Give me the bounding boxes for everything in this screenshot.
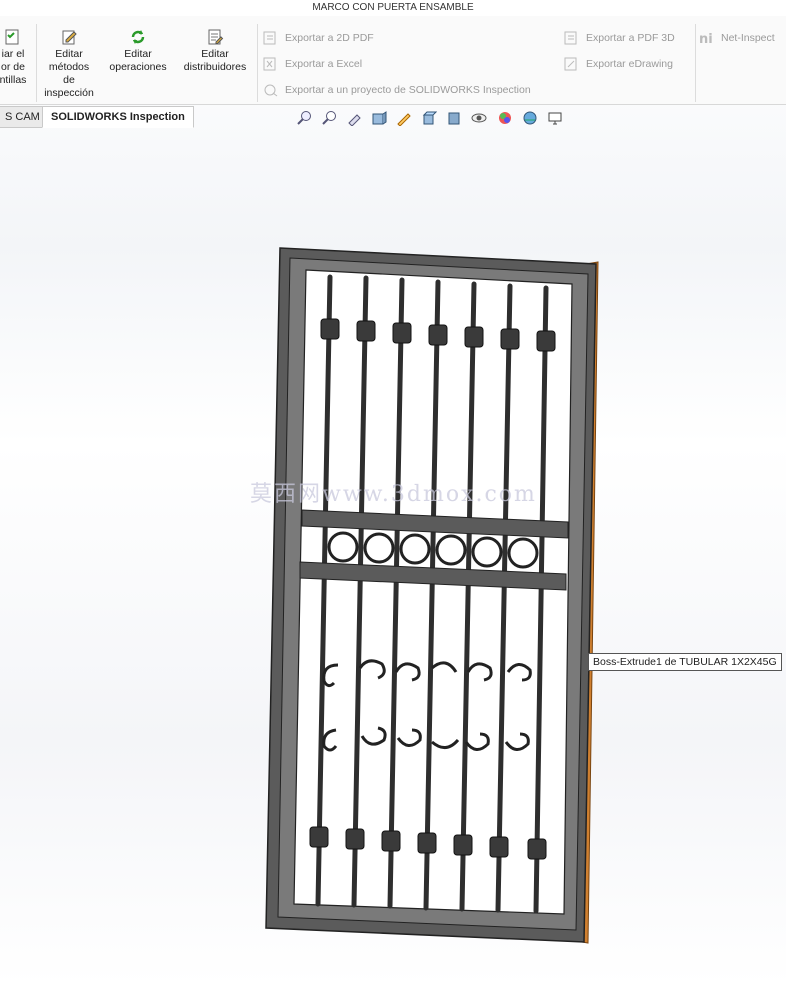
edit-operations-label-2: operaciones [109, 61, 167, 73]
checklist-icon [5, 29, 19, 45]
template-editor-button[interactable]: iar el or de ntillas [0, 28, 30, 87]
display-style-icon[interactable] [446, 110, 462, 126]
edit-operations-label-1: Editar [124, 48, 152, 60]
door-frame-bevel [277, 257, 589, 931]
pencil-sheet-icon [62, 30, 77, 45]
edit-distributors-label-1: Editar [201, 48, 229, 60]
watermark-text: 莫西网www.3dmox.com [250, 482, 537, 507]
tab-solidworks-inspection[interactable]: SOLIDWORKS Inspection [42, 106, 194, 128]
template-editor-label-1: iar el [1, 48, 25, 60]
edrawing-export-icon [564, 57, 580, 71]
edit-distributors-label-2: distribuidores [183, 61, 247, 73]
edit-methods-label-4: inspección [44, 87, 94, 99]
export-2d-pdf-button[interactable]: Exportar a 2D PDF [263, 30, 374, 46]
zoom-to-fit-icon[interactable] [296, 110, 312, 126]
excel-export-icon [263, 57, 279, 71]
door-opening [293, 269, 573, 915]
net-inspect-label: Net-Inspect [721, 32, 775, 44]
decorative-rings [327, 531, 539, 569]
template-editor-label-2: or de [1, 61, 25, 73]
edit-methods-label-3: de [63, 74, 75, 86]
export-project-label: Exportar a un proyecto de SOLIDWORKS Ins… [285, 84, 531, 96]
door-bar-collars-bottom [309, 826, 547, 860]
feature-tooltip: Boss-Extrude1 de TUBULAR 1X2X45G [588, 653, 782, 671]
edit-appearance-icon[interactable] [497, 110, 513, 126]
edit-operations-button[interactable]: Editar operaciones [104, 28, 172, 74]
window-title: MARCO CON PUERTA ENSAMBLE [0, 0, 786, 16]
previous-view-icon[interactable] [346, 110, 362, 127]
section-view-icon[interactable] [371, 110, 387, 126]
apply-scene-icon[interactable] [522, 110, 538, 126]
svg-text:ni: ni [699, 32, 713, 45]
edit-methods-label-2: métodos [48, 61, 90, 73]
export-edrawing-button[interactable]: Exportar eDrawing [564, 56, 673, 72]
middle-rail-upper [301, 509, 569, 539]
export-excel-label: Exportar a Excel [285, 58, 363, 70]
export-edrawing-label: Exportar eDrawing [586, 58, 673, 70]
export-2d-pdf-label: Exportar a 2D PDF [285, 32, 374, 44]
dynamic-annotation-icon[interactable] [396, 110, 412, 127]
decorative-scrolls [322, 659, 532, 752]
edit-methods-button[interactable]: Editar métodos de inspección [38, 28, 100, 100]
export-3d-pdf-label: Exportar a PDF 3D [586, 32, 675, 44]
pdf-3d-export-icon [564, 31, 580, 45]
ribbon-separator [257, 24, 258, 102]
ribbon-separator [36, 24, 37, 102]
door-outer-frame [265, 247, 597, 943]
net-inspect-button[interactable]: ni Net-Inspect [699, 30, 775, 47]
ribbon-separator [695, 24, 696, 102]
export-3d-pdf-button[interactable]: Exportar a PDF 3D [564, 30, 675, 46]
project-export-icon [263, 83, 279, 97]
command-ribbon: iar el or de ntillas Editar métodos de i… [0, 16, 786, 105]
door-bar-collars-top [320, 318, 556, 352]
zoom-to-area-icon[interactable] [321, 110, 337, 126]
template-editor-label-3: ntillas [0, 74, 27, 86]
edit-methods-label-1: Editar [55, 48, 83, 60]
heads-up-view-toolbar [296, 110, 569, 130]
export-inspection-project-button[interactable]: Exportar a un proyecto de SOLIDWORKS Ins… [263, 82, 531, 98]
net-inspect-icon: ni [699, 31, 715, 47]
frame-side-edge [575, 261, 599, 944]
view-orientation-icon[interactable] [421, 110, 438, 126]
edit-distributors-button[interactable]: Editar distribuidores [176, 28, 254, 74]
pdf-export-icon [263, 31, 279, 45]
middle-rail-lower [299, 561, 567, 591]
refresh-arrows-icon [131, 30, 145, 44]
edit-list-icon [208, 29, 224, 45]
export-excel-button[interactable]: Exportar a Excel [263, 56, 362, 72]
hide-show-icon[interactable] [471, 110, 487, 126]
view-settings-icon[interactable] [547, 110, 563, 126]
door-bars [315, 274, 549, 914]
